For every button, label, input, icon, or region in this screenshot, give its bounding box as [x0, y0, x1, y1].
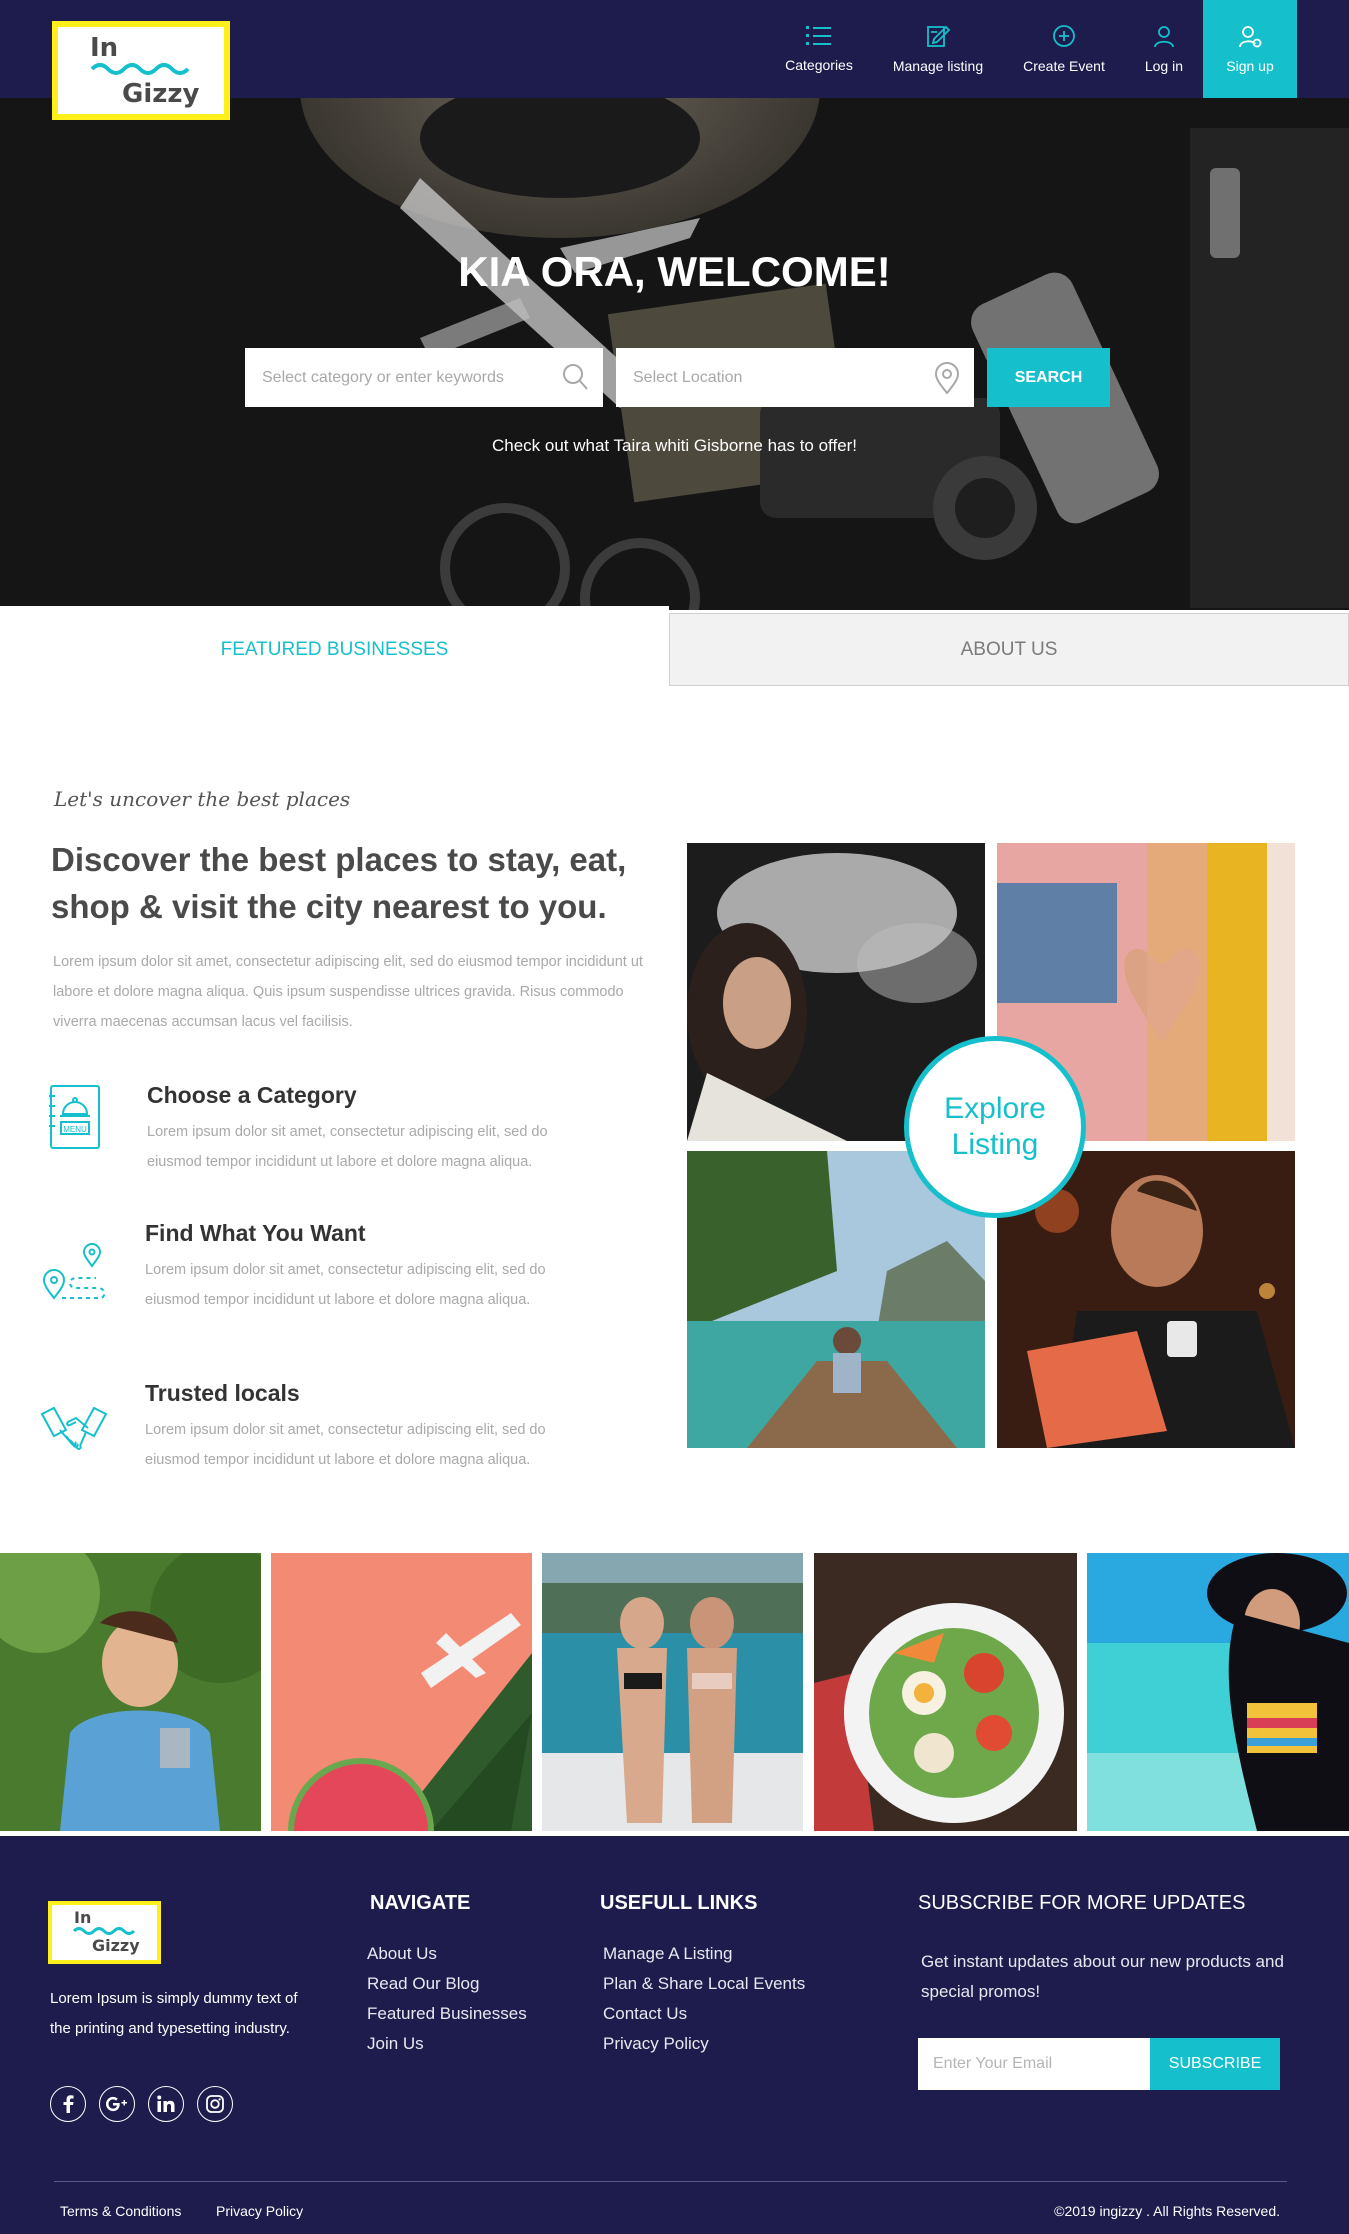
section-title: Discover the best places to stay, eat, s… — [51, 841, 627, 925]
footer-link-manage-listing[interactable]: Manage A Listing — [603, 1944, 732, 1964]
location-search-box — [616, 348, 974, 407]
gallery-photo-2[interactable] — [271, 1553, 532, 1831]
plus-circle-icon — [1053, 25, 1075, 47]
photo-beach-friends — [542, 1553, 803, 1831]
site-footer: In Gizzy Lorem Ipsum is simply dummy tex… — [0, 1836, 1349, 2234]
map-route-icon — [42, 1243, 106, 1300]
feature-description: Lorem ipsum dolor sit amet, consectetur … — [145, 1262, 546, 1308]
footer-logo[interactable]: In Gizzy — [48, 1901, 161, 1964]
nav-login[interactable]: Log in — [1125, 0, 1203, 98]
feature-title: Trusted locals — [145, 1380, 300, 1406]
instagram-button[interactable] — [197, 2086, 233, 2122]
footer-link-contact[interactable]: Contact Us — [603, 2004, 687, 2024]
keyword-search-box — [245, 348, 603, 407]
footer-about-text: Lorem Ipsum is simply dummy text of the … — [50, 1990, 298, 2037]
google-plus-button[interactable] — [99, 2086, 135, 2122]
hero-subtitle: Check out what Taira whiti Gisborne has … — [491, 436, 858, 455]
nav-manage-listing[interactable]: Manage listing — [873, 0, 1003, 98]
gallery-photo-1[interactable] — [0, 1553, 261, 1831]
footer-logo-text-gizzy: Gizzy — [92, 1936, 140, 1955]
search-button[interactable]: SEARCH — [987, 348, 1110, 407]
location-search-input[interactable] — [616, 348, 916, 407]
nav-label: Sign up — [1226, 58, 1274, 74]
google-plus-icon — [106, 2096, 127, 2112]
photo-salad-plate — [814, 1553, 1077, 1831]
footer-link-join-us[interactable]: Join Us — [367, 2034, 424, 2054]
gallery-photo-4[interactable] — [814, 1553, 1077, 1831]
email-input[interactable] — [918, 2038, 1150, 2090]
linkedin-icon — [157, 2095, 175, 2112]
nav-categories[interactable]: Categories — [765, 0, 873, 98]
feature-title: Choose a Category — [147, 1082, 357, 1108]
facebook-button[interactable] — [50, 2086, 86, 2122]
site-logo[interactable]: In Gizzy — [52, 21, 230, 120]
explore-label: Explore — [944, 1092, 1046, 1125]
nav-create-event[interactable]: Create Event — [1003, 0, 1125, 98]
footer-link-featured-businesses[interactable]: Featured Businesses — [367, 2004, 527, 2024]
footer-link-plan-events[interactable]: Plan & Share Local Events — [603, 1974, 805, 1994]
linkedin-button[interactable] — [148, 2086, 184, 2122]
tab-about-us[interactable]: ABOUT US — [669, 613, 1349, 686]
explore-listing-button[interactable]: Explore Listing — [904, 1036, 1086, 1218]
wave-icon — [90, 63, 190, 75]
navigate-heading: NAVIGATE — [370, 1892, 471, 1914]
footer-divider — [54, 2181, 1287, 2182]
copyright-text: ©2019 ingizzy . All Rights Reserved. — [1054, 2203, 1280, 2219]
section-tagline: Let's uncover the best places — [54, 787, 351, 811]
feature-description: Lorem ipsum dolor sit amet, consectetur … — [145, 1422, 546, 1468]
terms-link[interactable]: Terms & Conditions — [60, 2203, 181, 2219]
listing-label: Listing — [951, 1128, 1039, 1161]
hero-banner: KIA ORA, WELCOME! SEARCH Check out what … — [0, 98, 1349, 610]
subscribe-button[interactable]: SUBSCRIBE — [1150, 2038, 1280, 2090]
handshake-icon — [40, 1406, 108, 1450]
location-pin-icon — [934, 362, 960, 394]
feature-title: Find What You Want — [145, 1220, 366, 1246]
nav-label: Log in — [1144, 58, 1183, 74]
feature-description: Lorem ipsum dolor sit amet, consectetur … — [147, 1124, 548, 1170]
subscribe-heading: SUBSCRIBE FOR MORE UPDATES — [918, 1892, 1246, 1914]
photo-watermelon-plane — [271, 1553, 532, 1831]
list-icon — [805, 26, 831, 45]
user-plus-icon — [1239, 26, 1262, 48]
nav-signup[interactable]: Sign up — [1203, 0, 1297, 98]
footer-link-about-us[interactable]: About Us — [367, 1944, 437, 1964]
tab-featured-businesses[interactable]: FEATURED BUSINESSES — [0, 606, 669, 694]
useful-links-heading: USEFULL LINKS — [600, 1892, 758, 1914]
user-icon — [1154, 26, 1174, 48]
section-description: Lorem ipsum dolor sit amet, consectetur … — [53, 954, 643, 1030]
nav-label: Create Event — [1023, 58, 1105, 74]
footer-link-privacy[interactable]: Privacy Policy — [603, 2034, 709, 2054]
logo-text-gizzy: Gizzy — [122, 79, 200, 109]
footer-link-blog[interactable]: Read Our Blog — [367, 1974, 479, 1994]
keyword-search-input[interactable] — [245, 348, 545, 407]
wave-icon — [72, 1927, 136, 1935]
menu-icon: MENU — [49, 1085, 100, 1149]
main-nav: Categories Manage listing Create Event L… — [765, 0, 1297, 98]
subscribe-description: Get instant updates about our new produc… — [921, 1952, 1284, 2001]
gallery-photo-3[interactable] — [542, 1553, 803, 1831]
logo-text-in: In — [90, 33, 119, 63]
nav-label: Categories — [785, 57, 853, 73]
svg-text:MENU: MENU — [63, 1125, 87, 1134]
photo-boy-cherries — [0, 1553, 261, 1831]
footer-logo-text-in: In — [74, 1908, 92, 1927]
search-icon — [563, 364, 588, 390]
instagram-icon — [206, 2095, 224, 2113]
privacy-policy-link[interactable]: Privacy Policy — [216, 2203, 303, 2219]
edit-icon — [927, 25, 950, 47]
hero-title: KIA ORA, WELCOME! — [458, 248, 891, 295]
facebook-icon — [63, 2095, 74, 2113]
photo-woman-sea — [1087, 1553, 1349, 1831]
gallery-photo-5[interactable] — [1087, 1553, 1349, 1831]
nav-label: Manage listing — [892, 58, 984, 74]
